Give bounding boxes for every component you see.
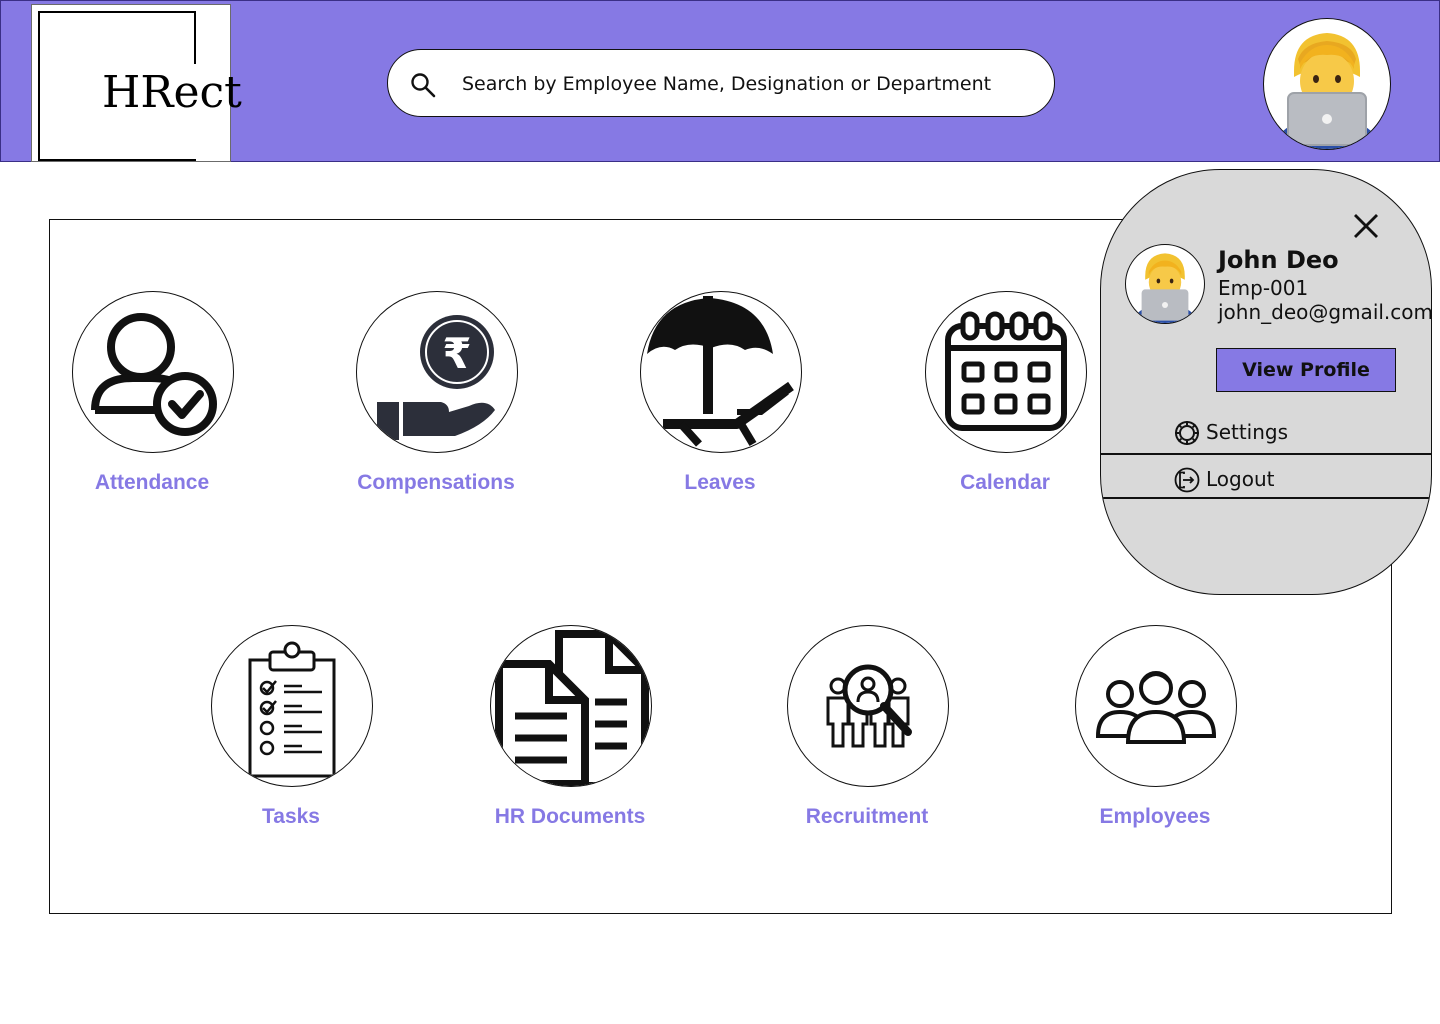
menu-item-logout[interactable]: Logout (1101, 457, 1431, 501)
man-technologist-icon (1275, 33, 1379, 149)
tile-label[interactable]: Leaves (600, 471, 840, 495)
recruitment-search-icon (826, 664, 912, 748)
profile-avatar (1125, 244, 1205, 324)
tile-label[interactable]: Compensations (316, 471, 556, 495)
tile-hr-documents[interactable]: HR Documents (450, 625, 690, 855)
checklist-clipboard-icon (248, 641, 336, 778)
user-avatar[interactable] (1263, 18, 1391, 150)
view-profile-button[interactable]: View Profile (1216, 348, 1396, 392)
beach-umbrella-icon (647, 296, 794, 447)
tile-icon-circle[interactable] (787, 625, 949, 787)
tile-label[interactable]: HR Documents (450, 805, 690, 829)
profile-popup: John Deo Emp-001 john_deo@gmail.com View… (1100, 169, 1432, 595)
tile-tasks[interactable]: Tasks (171, 625, 411, 855)
tile-icon-circle[interactable] (72, 291, 234, 453)
profile-name: John Deo (1218, 246, 1339, 274)
search-bar[interactable] (387, 49, 1055, 117)
tile-label[interactable]: Calendar (885, 471, 1125, 495)
tile-label[interactable]: Recruitment (747, 805, 987, 829)
close-icon[interactable] (1352, 212, 1380, 240)
tile-label[interactable]: Attendance (32, 471, 272, 495)
tile-employees[interactable]: Employees (1035, 625, 1275, 855)
tile-icon-circle[interactable] (925, 291, 1087, 453)
tile-icon-circle[interactable] (211, 625, 373, 787)
person-check-icon (91, 313, 217, 436)
tile-attendance[interactable]: Attendance (32, 291, 272, 521)
man-technologist-icon (1133, 253, 1197, 323)
logout-icon (1174, 467, 1200, 493)
top-header: HRect (0, 0, 1440, 162)
logo-text: HRect (102, 67, 242, 118)
tile-recruitment[interactable]: Recruitment (747, 625, 987, 855)
tile-leaves[interactable]: Leaves (600, 291, 840, 521)
profile-emp-id: Emp-001 (1218, 276, 1309, 300)
documents-icon (495, 630, 649, 786)
search-icon[interactable] (410, 72, 436, 98)
tile-label[interactable]: Tasks (171, 805, 411, 829)
employees-group-icon (1095, 671, 1217, 744)
tile-icon-circle[interactable]: ₹ (356, 291, 518, 453)
tile-icon-circle[interactable] (1075, 625, 1237, 787)
menu-item-label: Logout (1206, 467, 1275, 491)
tile-compensations[interactable]: ₹ Compensations (316, 291, 556, 521)
app-logo[interactable]: HRect (31, 4, 242, 162)
logo-frame-edge (194, 11, 196, 64)
menu-item-label: Settings (1206, 420, 1289, 444)
menu-divider (1101, 453, 1431, 455)
tile-calendar[interactable]: Calendar (885, 291, 1125, 521)
tile-icon-circle[interactable] (640, 291, 802, 453)
gear-icon (1175, 421, 1199, 445)
search-input[interactable] (460, 64, 1024, 104)
calendar-icon (945, 311, 1067, 431)
profile-email: john_deo@gmail.com (1218, 300, 1432, 324)
menu-divider (1101, 497, 1431, 499)
menu-item-settings[interactable]: Settings (1101, 410, 1431, 454)
svg-text:₹: ₹ (442, 329, 471, 378)
tile-label[interactable]: Employees (1035, 805, 1275, 829)
rupee-hand-icon: ₹ (377, 315, 495, 440)
tile-icon-circle[interactable] (490, 625, 652, 787)
